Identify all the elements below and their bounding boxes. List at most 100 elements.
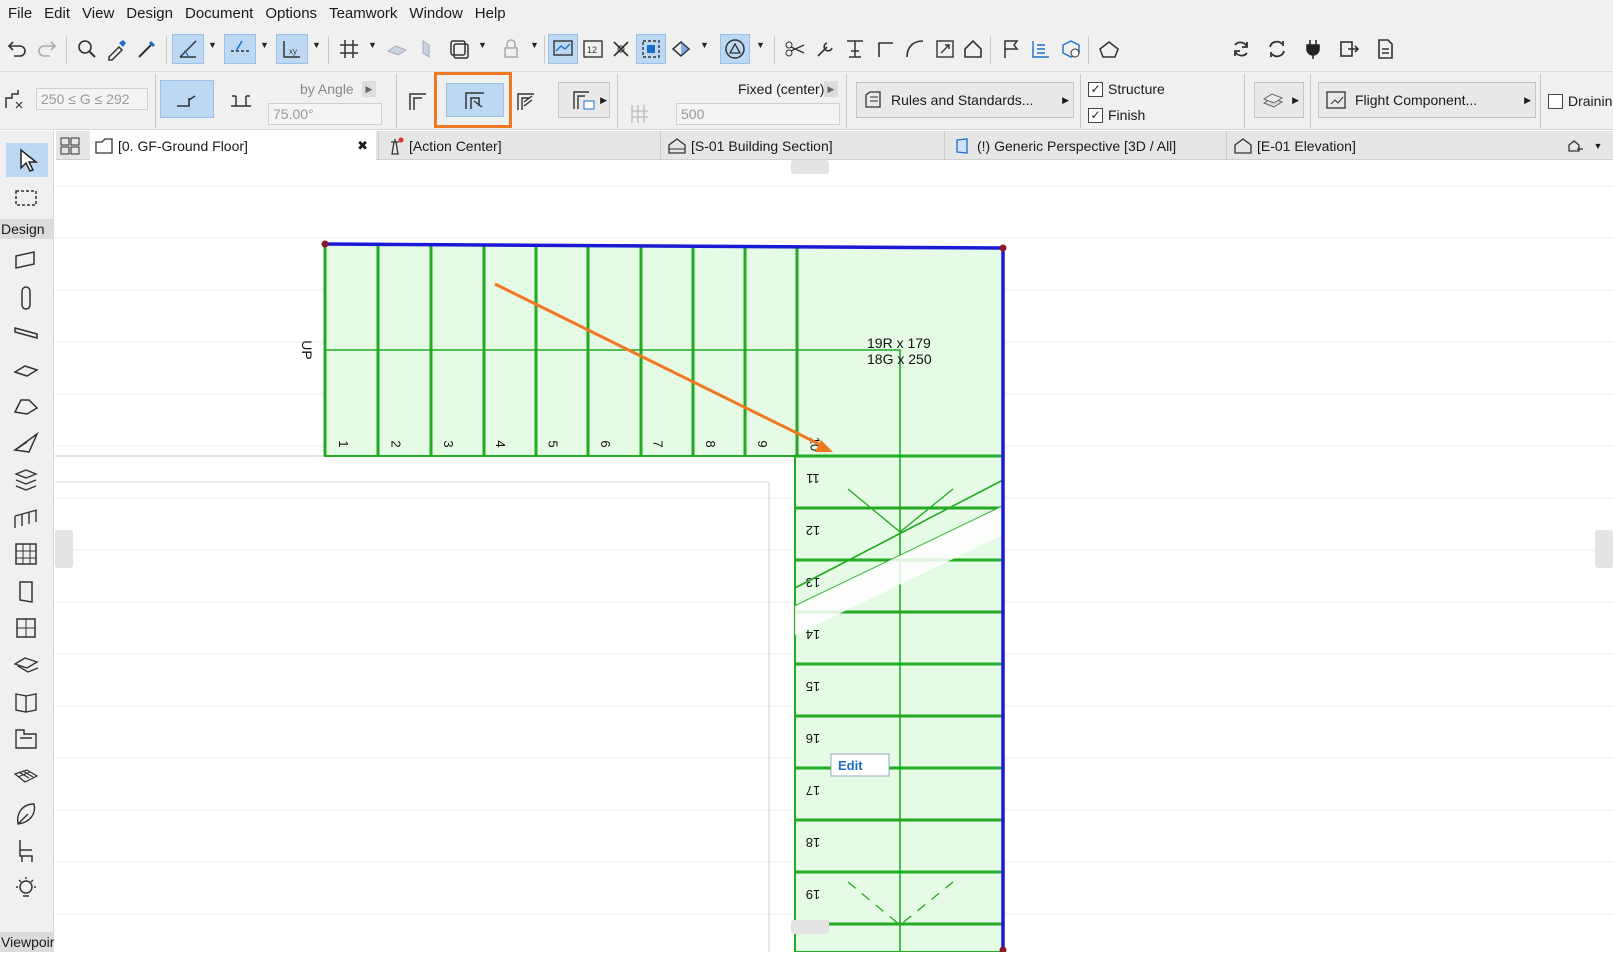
chevron-down-icon[interactable]: ▼ bbox=[208, 40, 218, 58]
arrow-tool-icon[interactable] bbox=[6, 143, 48, 177]
stair-settings-icon[interactable] bbox=[2, 86, 28, 112]
syringe-icon[interactable] bbox=[132, 34, 162, 64]
lamp-tool-icon[interactable] bbox=[8, 871, 44, 905]
width-field[interactable]: 500 bbox=[676, 103, 840, 125]
slab-tool-icon[interactable] bbox=[8, 353, 44, 387]
boundary-node[interactable] bbox=[999, 244, 1007, 252]
chevron-down-icon[interactable]: ▼ bbox=[478, 40, 488, 58]
edit-button[interactable]: Edit bbox=[838, 758, 863, 773]
elevate-icon[interactable] bbox=[840, 34, 870, 64]
shell-tool-icon[interactable] bbox=[8, 425, 44, 459]
flight-type-dropdown[interactable]: ▶ bbox=[558, 82, 610, 118]
railing-tool-icon[interactable] bbox=[8, 501, 44, 535]
chevron-down-icon[interactable]: ▼ bbox=[756, 40, 766, 58]
angle-field[interactable]: 75.00° bbox=[268, 103, 382, 125]
undo-icon[interactable] bbox=[2, 34, 32, 64]
schedule-icon[interactable] bbox=[1026, 34, 1056, 64]
tab-action-center[interactable]: [Action Center] bbox=[378, 131, 658, 160]
chevron-right-icon[interactable]: ▶ bbox=[824, 81, 838, 97]
plugin-icon[interactable] bbox=[1298, 34, 1328, 64]
attribute-icon[interactable] bbox=[720, 34, 750, 64]
selection-highlight-icon[interactable] bbox=[412, 34, 442, 64]
wall-tool-icon[interactable] bbox=[8, 243, 44, 277]
lock-icon[interactable] bbox=[496, 34, 526, 64]
fillet-icon[interactable] bbox=[900, 34, 930, 64]
chevron-down-icon[interactable]: ▼ bbox=[530, 40, 540, 58]
redo-icon[interactable] bbox=[32, 34, 62, 64]
tab-building-section[interactable]: [S-01 Building Section] bbox=[660, 131, 942, 160]
refresh-icon[interactable] bbox=[1226, 34, 1256, 64]
door-tool-icon[interactable] bbox=[8, 575, 44, 609]
grid-snap-icon[interactable] bbox=[334, 34, 364, 64]
numbering-icon[interactable]: 12 bbox=[578, 34, 608, 64]
right-scroll-handle[interactable] bbox=[1595, 530, 1613, 568]
menu-teamwork[interactable]: Teamwork bbox=[325, 0, 405, 28]
suspend-groups-icon[interactable] bbox=[382, 34, 412, 64]
flag-icon[interactable] bbox=[996, 34, 1026, 64]
going-range-field[interactable]: 250 ≤ G ≤ 292 bbox=[36, 88, 148, 110]
bottom-scroll-handle[interactable] bbox=[791, 920, 829, 934]
flight-winder-icon[interactable] bbox=[512, 86, 542, 116]
marquee-tool-icon[interactable] bbox=[8, 181, 44, 215]
corner-icon[interactable] bbox=[870, 34, 900, 64]
tab-overview-icon[interactable] bbox=[56, 131, 88, 160]
magic-wand-icon[interactable] bbox=[636, 34, 666, 64]
resize-icon[interactable] bbox=[930, 34, 960, 64]
plan-drawing[interactable]: 1 2 3 4 5 6 7 8 9 10111213141516171819 UP 19R x 1… bbox=[55, 160, 1613, 954]
top-scroll-handle[interactable] bbox=[791, 160, 829, 174]
stair-tool-icon[interactable] bbox=[8, 463, 44, 497]
column-tool-icon[interactable] bbox=[8, 281, 44, 315]
find-select-icon[interactable] bbox=[72, 34, 102, 64]
finish-checkbox[interactable]: ✓ bbox=[1088, 108, 1103, 123]
left-scroll-handle[interactable] bbox=[55, 530, 73, 568]
chevron-down-icon[interactable]: ▼ bbox=[700, 40, 710, 58]
chevron-right-icon[interactable]: ▶ bbox=[362, 81, 376, 97]
menu-file[interactable]: File bbox=[4, 0, 40, 28]
opening-tool-icon[interactable] bbox=[8, 685, 44, 719]
draining-checkbox[interactable] bbox=[1548, 94, 1563, 109]
document-icon[interactable] bbox=[1370, 34, 1400, 64]
house-icon[interactable] bbox=[958, 34, 988, 64]
tab-ground-floor[interactable]: [0. GF-Ground Floor] ✖ bbox=[90, 131, 376, 160]
rules-standards-button[interactable]: Rules and Standards... ▶ bbox=[856, 82, 1074, 118]
3d-window-icon[interactable] bbox=[1056, 34, 1086, 64]
component-display-button[interactable]: ▶ bbox=[1254, 82, 1304, 118]
morph-tool-icon[interactable] bbox=[8, 797, 44, 831]
mesh-tool-icon[interactable] bbox=[8, 759, 44, 793]
object-tool-icon[interactable] bbox=[8, 721, 44, 755]
menu-options[interactable]: Options bbox=[261, 0, 325, 28]
menu-edit[interactable]: Edit bbox=[40, 0, 78, 28]
menu-document[interactable]: Document bbox=[181, 0, 261, 28]
snap-guides-icon[interactable] bbox=[224, 34, 256, 64]
renovation-icon[interactable] bbox=[666, 34, 696, 64]
flight-landing-icon[interactable] bbox=[404, 86, 434, 116]
roof-tool-icon[interactable] bbox=[8, 389, 44, 423]
menu-help[interactable]: Help bbox=[471, 0, 514, 28]
menu-window[interactable]: Window bbox=[405, 0, 470, 28]
furniture-tool-icon[interactable] bbox=[8, 833, 44, 867]
publish-icon[interactable] bbox=[1334, 34, 1364, 64]
window-tool-icon[interactable] bbox=[8, 611, 44, 645]
adjust-icon[interactable] bbox=[810, 34, 840, 64]
tab-elevation[interactable]: [E-01 Elevation] bbox=[1226, 131, 1506, 160]
floor-plan-canvas[interactable]: 1 2 3 4 5 6 7 8 9 10 11 12 13 14 15 16 17 18 19 UP 19R x 1… bbox=[55, 160, 1613, 954]
boundary-node[interactable] bbox=[321, 240, 329, 248]
chevron-down-icon[interactable]: ▼ bbox=[260, 40, 270, 58]
layer-icon[interactable] bbox=[444, 34, 474, 64]
flight-component-button[interactable]: Flight Component... ▶ bbox=[1318, 82, 1536, 118]
chevron-down-icon[interactable]: ▼ bbox=[368, 40, 378, 58]
cross-icon[interactable] bbox=[606, 34, 636, 64]
tab-generic-perspective[interactable]: (!) Generic Perspective [3D / All] bbox=[944, 131, 1224, 160]
riser-position-button[interactable] bbox=[160, 80, 214, 118]
chevron-down-icon[interactable]: ▼ bbox=[312, 40, 322, 58]
tab-navigator-icon[interactable]: ▼ bbox=[1556, 131, 1612, 160]
viewpoint-header[interactable]: Viewpoir bbox=[0, 932, 54, 952]
eyedropper-icon[interactable] bbox=[102, 34, 132, 64]
riser-slant-button[interactable] bbox=[226, 84, 256, 114]
close-icon[interactable]: ✖ bbox=[357, 138, 368, 154]
send-receive-icon[interactable] bbox=[1262, 34, 1292, 64]
coordinate-icon[interactable]: xy bbox=[276, 34, 308, 64]
curtain-wall-tool-icon[interactable] bbox=[8, 537, 44, 571]
trace-reference-icon[interactable] bbox=[548, 34, 578, 64]
structure-checkbox[interactable]: ✓ bbox=[1088, 82, 1103, 97]
